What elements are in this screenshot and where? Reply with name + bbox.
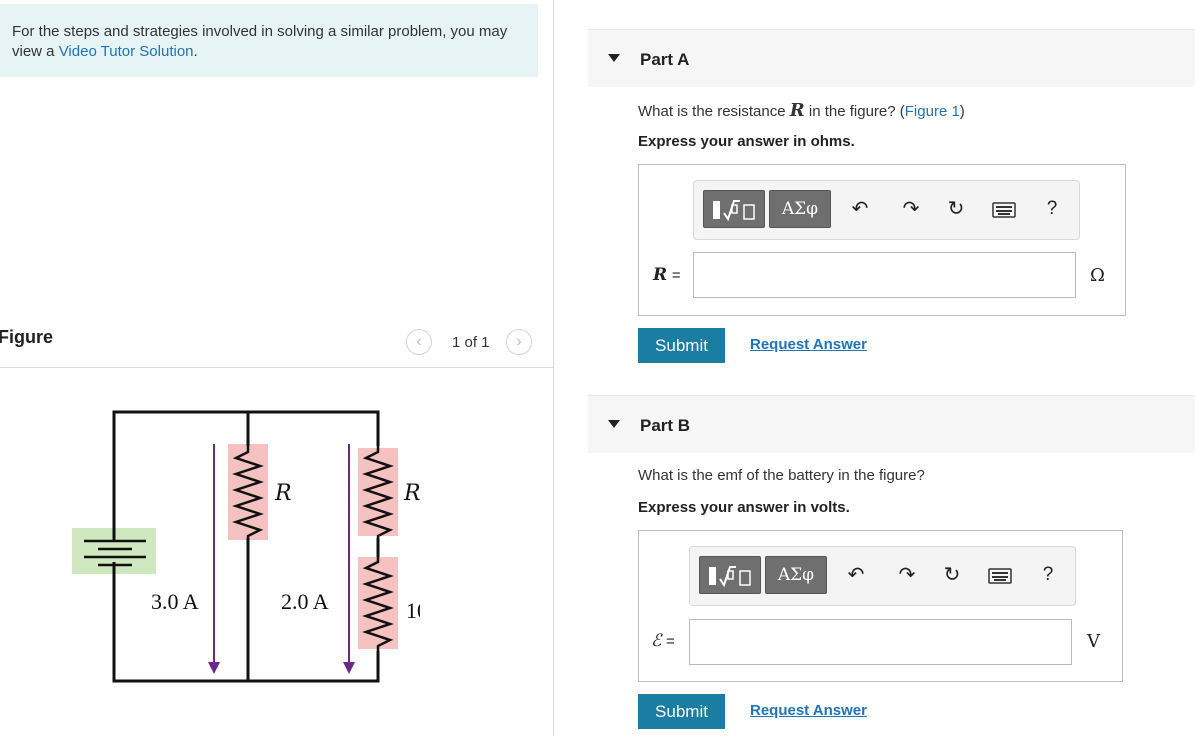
collapse-triangle-icon[interactable] — [608, 54, 620, 62]
help-icon[interactable]: ? — [1037, 564, 1059, 586]
greek-symbols-button[interactable]: ΑΣφ — [765, 556, 827, 594]
part-b-title: Part B — [640, 416, 691, 435]
templates-icon — [709, 566, 751, 588]
video-tutor-banner: For the steps and strategies involved in… — [0, 4, 538, 77]
current-arrow-left — [208, 444, 220, 674]
figure-divider — [0, 367, 553, 368]
greek-symbols-button[interactable]: ΑΣφ — [769, 190, 831, 228]
templates-button[interactable] — [699, 556, 761, 594]
ohm-unit: Ω — [1090, 265, 1105, 286]
reset-icon[interactable]: ↻ — [945, 198, 967, 220]
part-a-question: What is the resistance R in the figure? … — [638, 100, 965, 121]
circuit-diagram: R R 3.0 A 2.0 A 10 Ω — [72, 410, 420, 683]
keyboard-icon[interactable] — [992, 201, 1016, 223]
reset-icon[interactable]: ↻ — [941, 564, 963, 586]
redo-icon[interactable]: ↷ — [900, 198, 922, 220]
part-b-submit-button[interactable]: Submit — [638, 694, 725, 729]
templates-button[interactable] — [703, 190, 765, 228]
r-variable-label: R = — [653, 265, 681, 285]
part-b-header[interactable]: Part B — [588, 395, 1195, 453]
part-a-instructions: Express your answer in ohms. — [638, 133, 855, 150]
panel-divider — [553, 0, 554, 736]
current-arrow-middle — [343, 444, 355, 674]
video-tutor-link[interactable]: Video Tutor Solution — [59, 43, 194, 60]
figure-pager: ‹ 1 of 1 › — [406, 329, 538, 357]
question-text-end: ) — [959, 103, 965, 120]
part-a-title: Part A — [640, 50, 690, 69]
current-middle-label: 2.0 A — [281, 589, 329, 614]
figure-link[interactable]: Figure 1 — [905, 103, 960, 120]
resistor-right-label: R — [403, 481, 420, 506]
redo-icon[interactable]: ↷ — [896, 564, 918, 586]
help-icon[interactable]: ? — [1041, 198, 1063, 220]
resistor-left-label: R — [274, 481, 292, 506]
resistance-input[interactable] — [693, 252, 1076, 298]
question-variable: R — [789, 100, 805, 121]
part-b-question: What is the emf of the battery in the fi… — [638, 467, 925, 484]
tutor-text-end: . — [193, 43, 198, 60]
part-a-answer-box: ΑΣφ ↶ ↷ ↻ ? R = Ω — [638, 164, 1126, 316]
keyboard-icon[interactable] — [988, 567, 1012, 589]
part-a-submit-button[interactable]: Submit — [638, 328, 725, 363]
math-toolbar: ΑΣφ ↶ ↷ ↻ ? — [693, 180, 1080, 240]
part-a-header[interactable]: Part A — [588, 29, 1195, 87]
current-left-label: 3.0 A — [151, 589, 199, 614]
question-text-middle: in the figure? ( — [804, 103, 905, 120]
pager-count: 1 of 1 — [452, 334, 490, 351]
undo-icon[interactable]: ↶ — [845, 564, 867, 586]
figure-heading: Figure — [0, 327, 54, 347]
templates-icon — [713, 200, 755, 222]
part-a-request-answer-link[interactable]: Request Answer — [750, 336, 867, 353]
undo-icon[interactable]: ↶ — [849, 198, 871, 220]
question-text: What is the resistance — [638, 103, 790, 120]
math-toolbar: ΑΣφ ↶ ↷ ↻ ? — [689, 546, 1076, 606]
emf-variable-label: ℰ = — [651, 631, 675, 651]
chevron-right-icon[interactable]: › — [506, 329, 532, 355]
chevron-left-icon[interactable]: ‹ — [406, 329, 432, 355]
part-b-answer-box: ΑΣφ ↶ ↷ ↻ ? ℰ = V — [638, 530, 1123, 682]
left-panel: For the steps and strategies involved in… — [0, 0, 553, 736]
volt-unit: V — [1087, 631, 1100, 652]
emf-input[interactable] — [689, 619, 1072, 665]
part-b-instructions: Express your answer in volts. — [638, 499, 850, 516]
collapse-triangle-icon[interactable] — [608, 420, 620, 428]
part-b-request-answer-link[interactable]: Request Answer — [750, 702, 867, 719]
resistor-10-ohm-label: 10 Ω — [406, 598, 420, 623]
